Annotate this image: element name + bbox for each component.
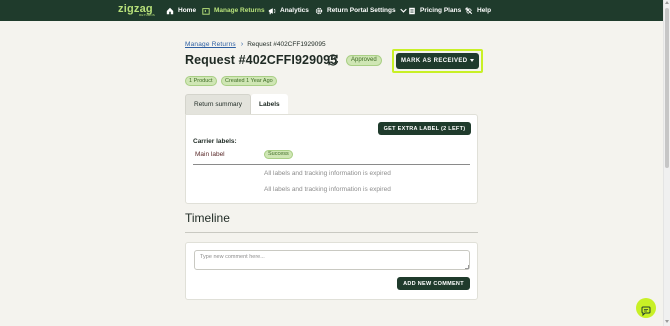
resize-grip-icon[interactable] [465,265,469,269]
get-extra-label-button[interactable]: GET EXTRA LABEL (2 LEFT) [378,122,471,135]
mark-as-received-label: MARK AS RECEIVED [401,58,468,64]
nav-manage-returns[interactable]: Manage Returns [202,0,265,21]
scroll-up-arrow-icon[interactable] [665,1,669,4]
tab-return-summary[interactable]: Return summary [185,94,252,114]
expired-message: All labels and tracking information is e… [264,186,391,193]
scroll-down-arrow-icon[interactable] [665,320,669,323]
breadcrumb-manage-returns-link[interactable]: Manage Returns [185,41,236,48]
tab-bar: Return summary Labels [185,94,288,114]
page-scrollbar[interactable] [663,0,670,326]
nav-analytics[interactable]: Analytics [268,0,309,21]
nav-pricing-plans-label: Pricing Plans [420,7,462,14]
carrier-labels-heading: Carrier labels: [193,138,237,145]
nav-help-label: Help [477,7,492,14]
gear-icon [315,7,323,15]
label-row: Main label Success [193,149,470,165]
timeline-divider [185,232,478,233]
document-icon [408,7,416,15]
page-title: Request #402CFFI929095 [185,53,338,67]
mark-as-received-highlight: MARK AS RECEIVED [392,49,483,73]
logo-subtext: RETURNS [139,13,155,17]
nav-return-portal-settings-label: Return Portal Settings [327,7,396,14]
zigzag-logo[interactable]: zigzag RETURNS [118,3,155,17]
mark-as-received-button[interactable]: MARK AS RECEIVED [396,53,479,69]
nav-analytics-label: Analytics [280,7,309,14]
nav-return-portal-settings[interactable]: Return Portal Settings [315,0,407,21]
created-date-chip: Created 1 Year Ago [221,76,277,86]
chat-launcher-button[interactable] [636,298,656,318]
megaphone-icon [268,7,276,15]
chat-bubble-icon [641,303,651,317]
label-status-badge: Success [264,150,293,159]
scrollbar-thumb[interactable] [665,8,669,168]
labels-panel: GET EXTRA LABEL (2 LEFT) Carrier labels:… [185,114,478,204]
timeline-heading: Timeline [185,211,230,225]
nav-manage-returns-label: Manage Returns [214,7,265,14]
help-tools-icon [465,6,473,15]
nav-pricing-plans[interactable]: Pricing Plans [408,0,461,21]
comment-input[interactable] [194,250,470,270]
breadcrumb-current: Request #402CFF1929095 [247,41,326,48]
home-icon [166,7,174,15]
breadcrumb: Manage Returns › Request #402CFF1929095 [185,41,326,48]
nav-home[interactable]: Home [166,0,196,21]
caret-down-icon[interactable] [470,59,474,62]
label-name: Main label [195,151,225,158]
top-navigation-bar: zigzag RETURNS Home Manage Returns Analy… [0,0,670,21]
add-new-comment-button[interactable]: ADD NEW COMMENT [397,277,470,290]
nav-home-label: Home [178,7,197,14]
nav-help[interactable]: Help [465,0,491,21]
expired-message: All labels and tracking information is e… [264,170,391,177]
status-badge: Approved [346,55,382,66]
chevron-down-icon [399,7,407,14]
product-count-chip: 1 Product [185,76,217,86]
returns-box-icon [202,7,210,15]
comment-card: ADD NEW COMMENT [185,242,478,300]
refresh-icon[interactable] [326,53,340,67]
tab-labels[interactable]: Labels [251,94,288,114]
breadcrumb-separator: › [240,41,244,48]
